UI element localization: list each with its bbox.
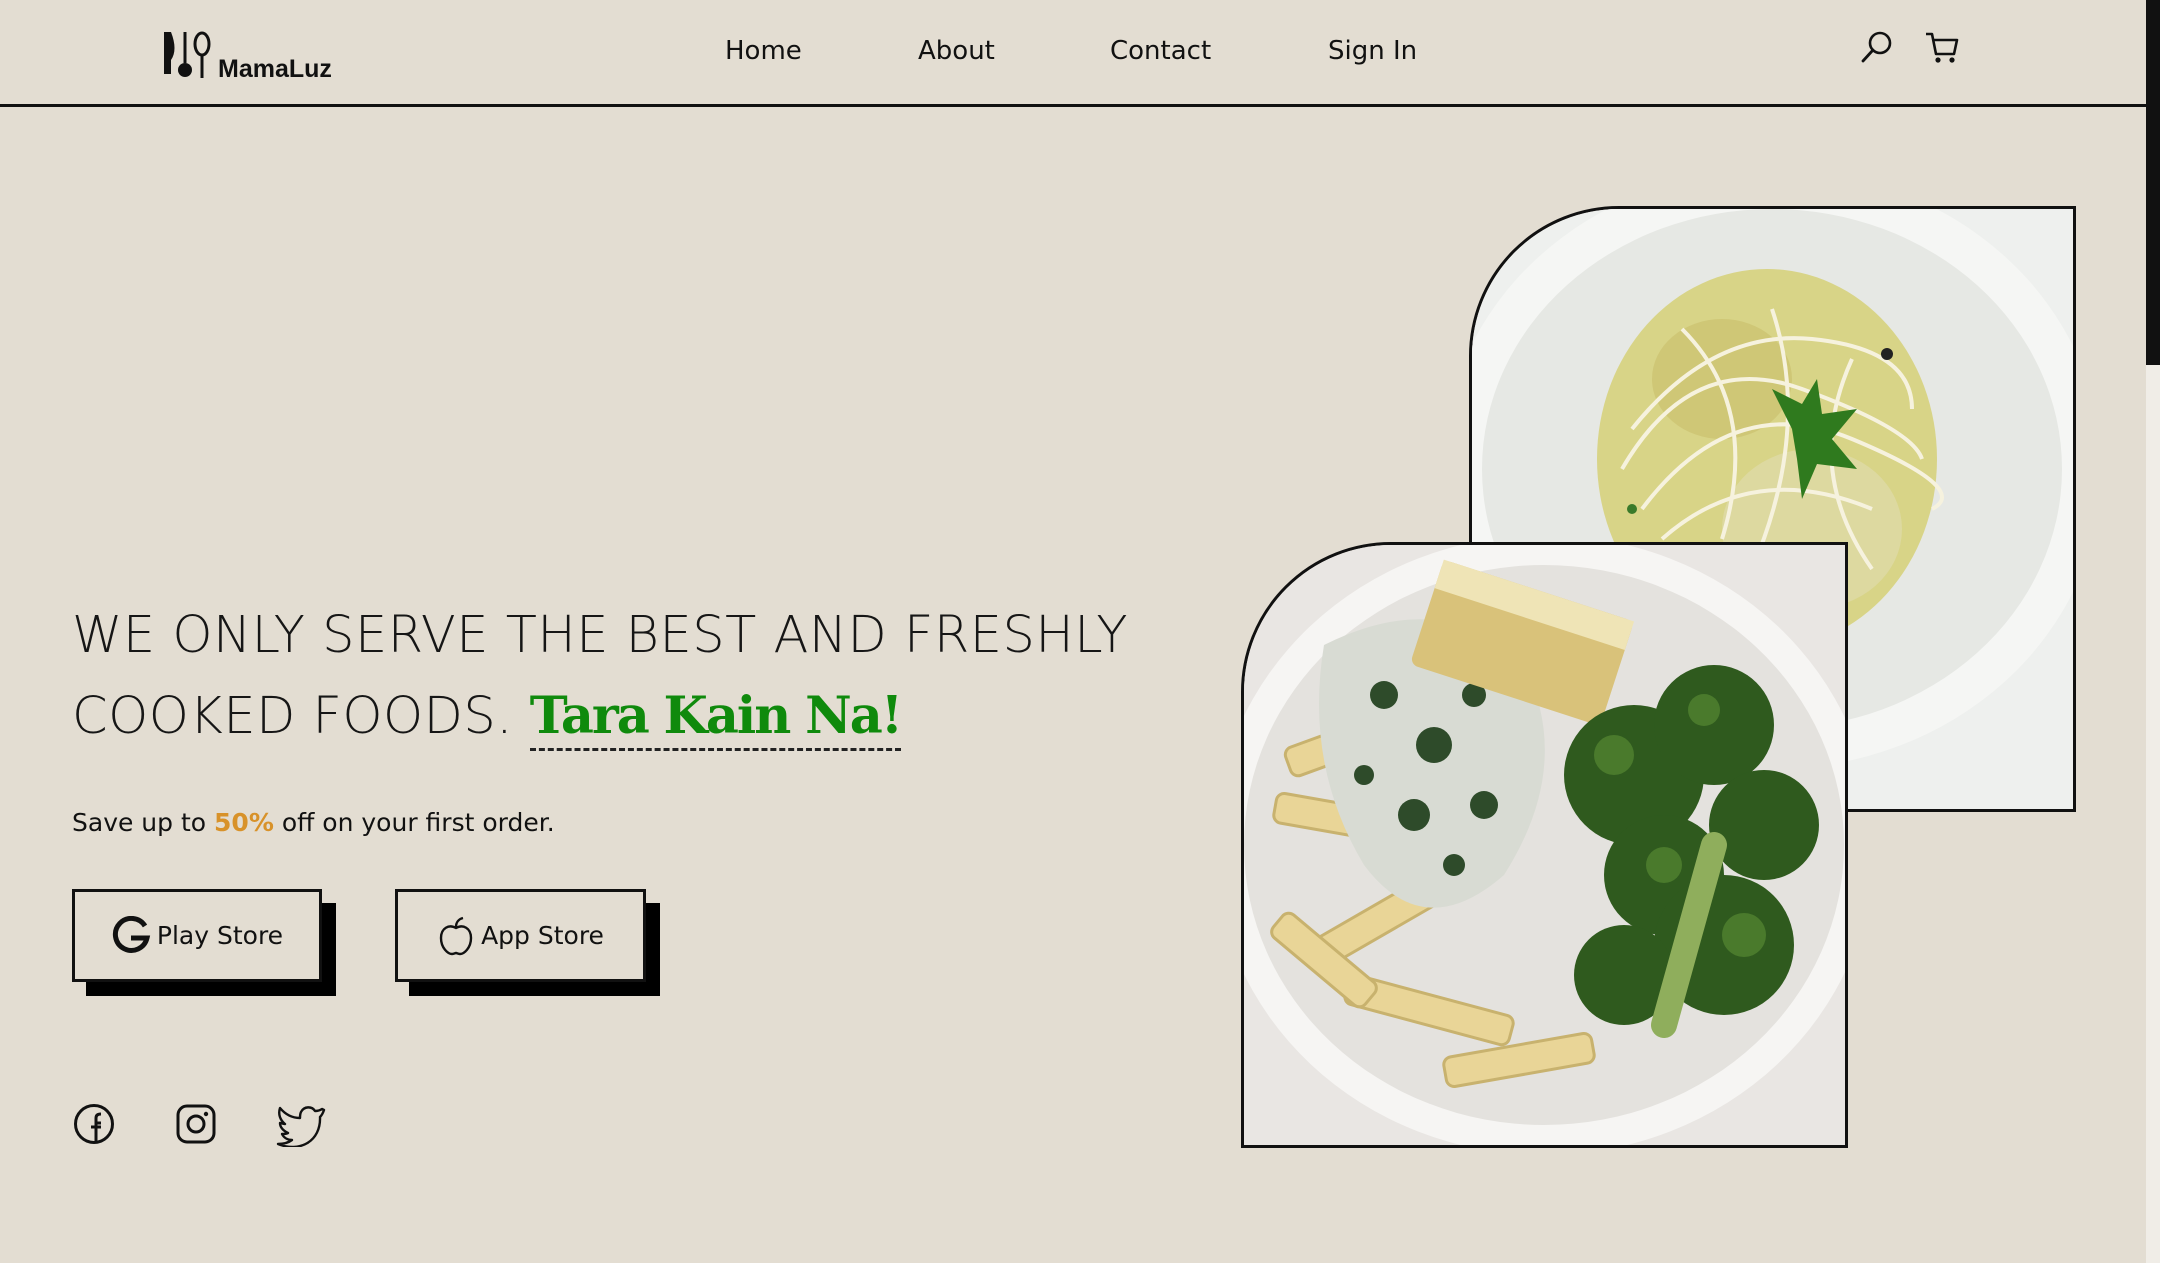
site-header: MamaLuz Home About Contact Sign In <box>0 0 2146 107</box>
play-store-label: Play Store <box>156 921 284 950</box>
nav-home[interactable]: Home <box>725 36 802 66</box>
app-store-label: App Store <box>481 921 604 950</box>
apple-icon <box>437 916 475 956</box>
headline-accent: Tara Kain Na! <box>529 686 903 751</box>
facebook-icon[interactable] <box>73 1103 115 1149</box>
scrollbar-thumb[interactable] <box>2146 0 2160 365</box>
penne-with-broccoli-photo <box>1241 542 1848 1148</box>
nav-contact[interactable]: Contact <box>1110 36 1211 66</box>
google-icon <box>111 915 151 956</box>
logo[interactable]: MamaLuz <box>162 22 332 83</box>
search-icon[interactable] <box>1860 30 1894 68</box>
twitter-icon[interactable] <box>276 1103 326 1151</box>
utensils-icon <box>164 31 211 78</box>
logo-text: MamaLuz <box>218 55 332 83</box>
hero-headline: We only serve the best and freshly cooke… <box>72 595 1172 757</box>
nav-sign-in[interactable]: Sign In <box>1328 36 1417 66</box>
promo-text: Save up to 50% off on your first order. <box>72 808 555 837</box>
app-store-button[interactable]: App Store <box>395 889 646 982</box>
play-store-button[interactable]: Play Store <box>72 889 322 982</box>
promo-prefix: Save up to <box>72 808 207 837</box>
promo-percent: 50% <box>214 808 274 837</box>
promo-suffix: off on your first order. <box>281 808 555 837</box>
instagram-icon[interactable] <box>175 1103 217 1149</box>
nav-about[interactable]: About <box>918 36 995 66</box>
cart-icon[interactable] <box>1924 30 1960 70</box>
